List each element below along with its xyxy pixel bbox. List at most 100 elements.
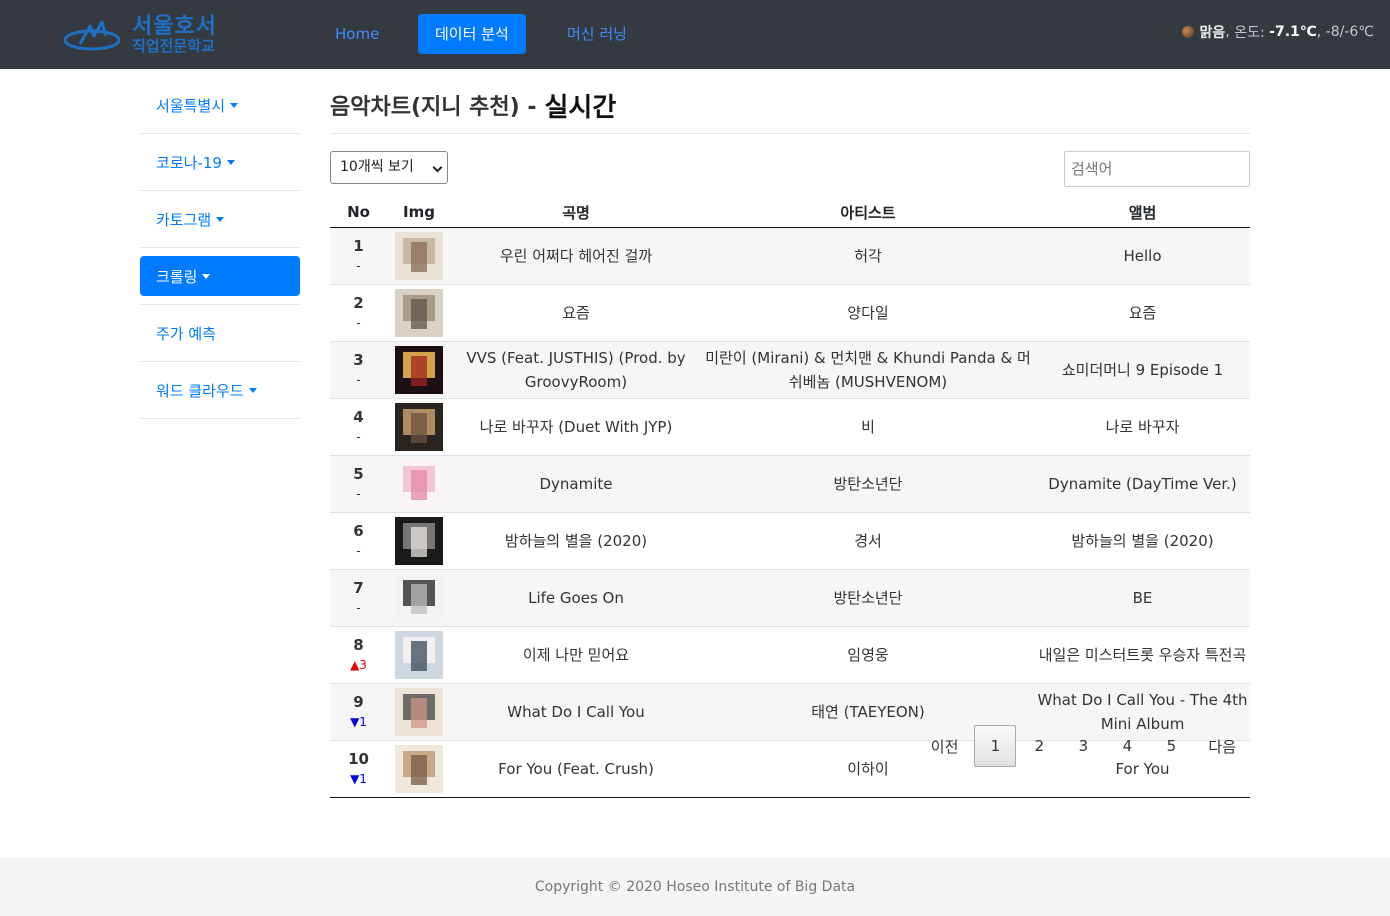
nav-data-analysis[interactable]: 데이터 분석 [418,14,526,54]
cell-album[interactable]: Dynamite (DayTime Ver.) [1035,455,1250,513]
rank-number: 3 [353,351,364,369]
rank-change: ▼1 [330,714,387,730]
next-page-button[interactable]: 다음 [1194,725,1250,767]
rank-change: ▼1 [330,771,387,787]
rank-change: ▲3 [330,657,387,673]
album-cover-image[interactable] [395,573,443,622]
logo-line2: 직업전문학교 [132,37,215,55]
sidebar-item-label: 코로나-19 [156,153,222,172]
cell-title[interactable]: 이제 나만 믿어요 [451,626,701,684]
weather-condition: 맑음 [1199,25,1226,41]
cell-album[interactable]: BE [1035,569,1250,627]
album-cover-image[interactable] [395,744,443,793]
table-row[interactable]: 3 - VVS (Feat. JUSTHIS) (Prod. by Groovy… [330,341,1250,399]
sidebar-item-label: 주가 예측 [156,324,216,343]
cell-title[interactable]: Life Goes On [451,569,701,627]
page-button-2[interactable]: 2 [1018,725,1060,767]
sidebar-item-crawling[interactable]: 크롤링 [140,256,300,296]
album-cover-image[interactable] [395,345,443,394]
cell-album[interactable]: 쇼미더머니 9 Episode 1 [1035,341,1250,399]
album-cover-image[interactable] [395,516,443,565]
page-title: 음악차트(지니 추천) - 실시간 [330,77,1250,134]
page-button-4[interactable]: 4 [1106,725,1148,767]
cell-artist[interactable]: 임영웅 [701,626,1035,684]
sidebar-item-label: 카토그램 [156,210,212,229]
cell-title[interactable]: Dynamite [451,455,701,513]
table-row[interactable]: 2 - 요즘 양다일 요즘 [330,284,1250,342]
cell-artist[interactable]: 방탄소년단 [701,455,1035,513]
cell-album[interactable]: 밤하늘의 별을 (2020) [1035,512,1250,570]
table-row[interactable]: 5 - Dynamite 방탄소년단 Dynamite (DayTime Ver… [330,455,1250,513]
rank-change: - [356,487,361,501]
brand-logo[interactable]: 서울호서 직업전문학교 [62,8,232,60]
page-size-select[interactable]: 10개씩 보기 [330,151,448,184]
rank-change-value: 1 [359,715,367,729]
col-no[interactable]: No [330,198,387,228]
sidebar-item-label: 크롤링 [156,267,198,286]
table-row[interactable]: 1 - 우린 어쩌다 헤어진 걸까 허각 Hello [330,227,1250,285]
caret-down-icon [216,216,225,222]
prev-page-button[interactable]: 이전 [917,725,973,767]
cell-no: 1 - [330,227,387,285]
weather-widget: 맑음 , 온도: -7.1℃ , -8/-6℃ [1181,22,1374,42]
page-button-3[interactable]: 3 [1062,725,1104,767]
sidebar-item-label: 워드 클라우드 [156,381,244,400]
album-cover-image[interactable] [395,459,443,508]
cell-title[interactable]: 밤하늘의 별을 (2020) [451,512,701,570]
album-cover-image[interactable] [395,288,443,337]
cell-artist[interactable]: 방탄소년단 [701,569,1035,627]
cell-img [387,683,451,741]
rank-down-icon: ▼ [350,715,360,729]
search-input[interactable] [1064,151,1250,187]
rank-number: 7 [353,579,364,597]
top-navbar: 서울호서 직업전문학교 Home 데이터 분석 머신 러닝 맑음 , 온도: -… [0,0,1390,69]
album-cover-image[interactable] [395,402,443,451]
sidebar-item-seoul[interactable]: 서울특별시 [140,77,300,134]
cell-artist[interactable]: 비 [701,398,1035,456]
main-content: 음악차트(지니 추천) - 실시간 10개씩 보기 No Img 곡명 아티스트… [330,77,1250,798]
cell-title[interactable]: 요즘 [451,284,701,342]
cell-title[interactable]: VVS (Feat. JUSTHIS) (Prod. by GroovyRoom… [451,341,701,399]
col-album[interactable]: 앨범 [1035,198,1250,228]
album-cover-image[interactable] [395,687,443,736]
page-button-1[interactable]: 1 [974,725,1017,767]
nav-machine-learning[interactable]: 머신 러닝 [550,14,644,54]
sidebar-item-covid[interactable]: 코로나-19 [140,134,300,191]
sidebar-item-stock[interactable]: 주가 예측 [140,305,300,362]
cell-album[interactable]: 내일은 미스터트롯 우승자 특전곡 [1035,626,1250,684]
cell-title[interactable]: 나로 바꾸자 (Duet With JYP) [451,398,701,456]
table-row[interactable]: 4 - 나로 바꾸자 (Duet With JYP) 비 나로 바꾸자 [330,398,1250,456]
col-artist[interactable]: 아티스트 [701,198,1035,228]
table-row[interactable]: 6 - 밤하늘의 별을 (2020) 경서 밤하늘의 별을 (2020) [330,512,1250,570]
sidebar-item-wordcloud[interactable]: 워드 클라우드 [140,362,300,419]
cell-album[interactable]: 요즘 [1035,284,1250,342]
sidebar-item-crawling-wrap: 크롤링 [140,248,300,305]
rank-number: 4 [353,408,364,426]
rank-change: - [356,259,361,273]
cell-artist[interactable]: 양다일 [701,284,1035,342]
cell-title[interactable]: For You (Feat. Crush) [451,740,701,798]
cell-album[interactable]: Hello [1035,227,1250,285]
weather-temp-label: 온도: [1234,25,1265,41]
weather-icon [1181,26,1194,38]
cell-no: 3 - [330,341,387,399]
col-title[interactable]: 곡명 [451,198,701,228]
rank-change: - [356,430,361,444]
cell-title[interactable]: 우린 어쩌다 헤어진 걸까 [451,227,701,285]
cell-title[interactable]: What Do I Call You [451,683,701,741]
cell-artist[interactable]: 경서 [701,512,1035,570]
cell-artist[interactable]: 허각 [701,227,1035,285]
cell-artist[interactable]: 미란이 (Mirani) & 먼치맨 & Khundi Panda & 머쉬베놈… [701,341,1035,399]
cell-album[interactable]: 나로 바꾸자 [1035,398,1250,456]
table-row[interactable]: 7 - Life Goes On 방탄소년단 BE [330,569,1250,627]
album-cover-image[interactable] [395,630,443,679]
page-button-5[interactable]: 5 [1150,725,1192,767]
cell-no: 4 - [330,398,387,456]
table-row[interactable]: 8 ▲3 이제 나만 믿어요 임영웅 내일은 미스터트롯 우승자 특전곡 [330,626,1250,684]
cell-img [387,398,451,456]
album-cover-image[interactable] [395,231,443,280]
nav-home[interactable]: Home [318,14,396,54]
sidebar-item-cartogram[interactable]: 카토그램 [140,191,300,248]
rank-number: 10 [348,750,369,768]
col-img[interactable]: Img [387,198,451,228]
